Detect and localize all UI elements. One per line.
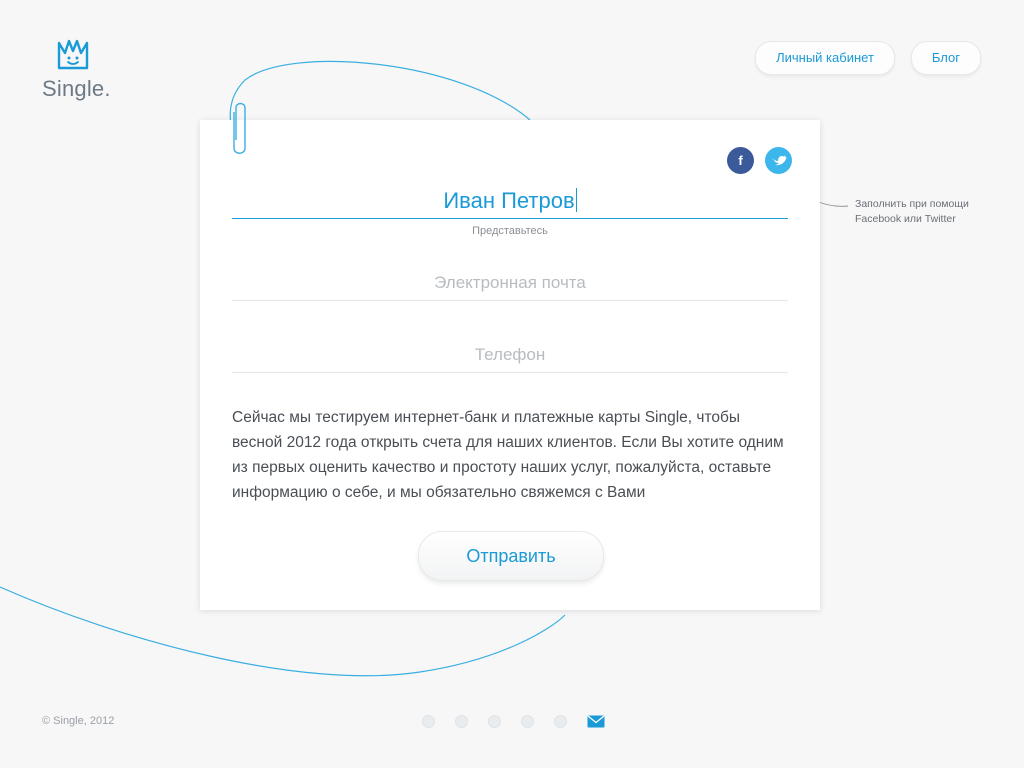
social-hint-line-1: Заполнить при помощи (855, 198, 969, 210)
page-dot-3[interactable] (488, 715, 501, 728)
name-value: Иван Петров (443, 188, 575, 213)
email-input[interactable]: Электронная почта (232, 270, 788, 301)
twitter-button[interactable] (765, 147, 792, 174)
phone-placeholder: Телефон (474, 345, 546, 364)
page-dot-4[interactable] (521, 715, 534, 728)
personal-cabinet-button[interactable]: Личный кабинет (755, 41, 895, 75)
logo[interactable]: Single. (42, 38, 132, 102)
social-buttons: f (727, 147, 792, 174)
email-placeholder: Электронная почта (434, 273, 586, 292)
top-nav: Личный кабинет Блог (755, 41, 981, 75)
phone-input[interactable]: Телефон (232, 342, 788, 373)
page-dot-2[interactable] (455, 715, 468, 728)
signup-card: f Иван Петров Представьтесь Электронная … (200, 120, 820, 610)
crown-smiley-icon (57, 39, 89, 70)
copyright: © Single, 2012 (42, 715, 115, 727)
blog-button[interactable]: Блог (910, 41, 981, 75)
twitter-bird-icon (771, 155, 786, 166)
name-hint: Представьтесь (472, 225, 548, 237)
paperclip-icon (233, 102, 246, 154)
facebook-button[interactable]: f (727, 147, 754, 174)
name-input[interactable]: Иван Петров (232, 184, 788, 219)
page-dot-1[interactable] (422, 715, 435, 728)
social-fill-hint: Заполнить при помощи Facebook или Twitte… (855, 197, 995, 227)
brand-name: Single. (42, 76, 111, 101)
description-text: Сейчас мы тестируем интернет-банк и плат… (232, 409, 784, 501)
mail-icon[interactable] (587, 715, 605, 728)
submit-button[interactable]: Отправить (418, 531, 604, 581)
page-dot-5[interactable] (554, 715, 567, 728)
social-hint-line-2: Facebook или Twitter (855, 213, 956, 225)
text-caret (575, 188, 577, 212)
page-dots (422, 715, 605, 728)
